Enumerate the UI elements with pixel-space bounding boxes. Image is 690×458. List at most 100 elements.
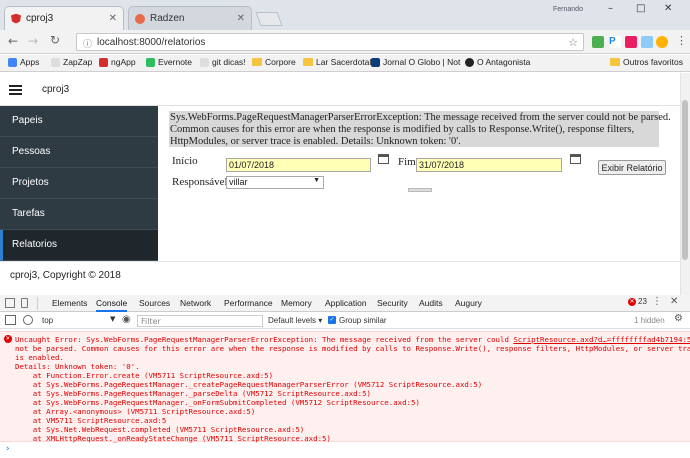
- devtools-tab-console[interactable]: Console: [96, 298, 128, 312]
- bookmark-jornal-o-globo[interactable]: Jornal O Globo | Not: [371, 57, 460, 67]
- calendar-icon[interactable]: [570, 154, 581, 164]
- bookmark-star-icon[interactable]: ☆: [568, 36, 578, 49]
- tab-title: Radzen: [150, 13, 185, 24]
- info-icon[interactable]: ⓘ: [83, 37, 92, 50]
- close-devtools-icon[interactable]: ✕: [670, 296, 678, 307]
- menu-icon[interactable]: ⋮: [676, 34, 687, 47]
- inspect-icon[interactable]: [5, 298, 15, 308]
- stack-frame[interactable]: at Sys.Net.WebRequest.completed (VM5711 …: [15, 425, 304, 434]
- stack-frame[interactable]: at Sys.WebForms.PageRequestManager._onFo…: [15, 398, 420, 407]
- console-prompt-icon[interactable]: ›: [5, 444, 10, 454]
- sidebar-item-pessoas[interactable]: Pessoas: [0, 137, 158, 168]
- console-line: not be parsed. Common causes for this er…: [15, 344, 690, 353]
- footer-divider: [0, 261, 680, 262]
- error-icon: ✕: [628, 297, 636, 306]
- hidden-count: 1 hidden: [634, 316, 665, 325]
- stack-frame[interactable]: at Array.<anonymous> (VM5711 ScriptResou…: [15, 407, 255, 416]
- stack-frame[interactable]: at Sys.WebForms.PageRequestManager._pars…: [15, 389, 371, 398]
- page-scrollbar-thumb[interactable]: [682, 100, 688, 260]
- sidebar-item-projetos[interactable]: Projetos: [0, 168, 158, 199]
- sidebar-toggle-icon[interactable]: [5, 315, 16, 325]
- loading-indicator: [408, 188, 432, 192]
- tab-cproj3[interactable]: cproj3 ✕: [4, 6, 124, 30]
- calendar-icon[interactable]: [378, 154, 389, 164]
- console-line: Uncaught Error: Sys.WebForms.PageRequest…: [15, 335, 690, 344]
- extension-icon[interactable]: [641, 36, 653, 48]
- context-select[interactable]: top: [42, 316, 53, 325]
- responsavel-select[interactable]: villar ▼: [226, 176, 324, 189]
- close-tab-icon[interactable]: ✕: [109, 13, 117, 24]
- folder-icon: [252, 58, 262, 66]
- devtools-tab-elements[interactable]: Elements: [52, 298, 87, 308]
- console-filter-input[interactable]: Filter: [137, 315, 263, 327]
- profile-name[interactable]: Fernando: [553, 6, 583, 13]
- bookmark-git-dicas[interactable]: git dicas!: [200, 57, 246, 67]
- bookmark-evernote[interactable]: Evernote: [146, 57, 192, 67]
- new-tab-button[interactable]: [255, 12, 283, 26]
- console-line: Details: Unknown token: '0'.: [15, 362, 140, 371]
- app-brand[interactable]: cproj3: [42, 84, 69, 95]
- log-levels-select[interactable]: Default levels ▾: [268, 316, 322, 325]
- stack-frame[interactable]: at VM5711 ScriptResource.axd:5: [15, 416, 167, 425]
- error-line: HttpModules, or server trace is enabled.…: [170, 136, 461, 147]
- minimize-icon[interactable]: –: [608, 3, 613, 14]
- stack-frame[interactable]: at XMLHttpRequest._onReadyStateChange (V…: [15, 434, 331, 443]
- doc-icon: [200, 57, 209, 67]
- sidebar-item-tarefas[interactable]: Tarefas: [0, 199, 158, 230]
- sidebar-item-relatorios[interactable]: Relatorios: [0, 230, 158, 261]
- fim-date-input[interactable]: 31/07/2018: [416, 158, 562, 172]
- extension-p-icon[interactable]: P: [609, 36, 621, 48]
- footer-copyright: cproj3, Copyright © 2018: [10, 270, 121, 281]
- devtools-tab-audits[interactable]: Audits: [419, 298, 443, 308]
- eye-icon[interactable]: ◉: [122, 314, 131, 325]
- hamburger-menu-icon[interactable]: [9, 85, 22, 95]
- device-toolbar-icon[interactable]: [21, 298, 28, 308]
- extension-icon[interactable]: [656, 36, 668, 48]
- maximize-icon[interactable]: □: [636, 3, 645, 14]
- devtools-menu-icon[interactable]: ⋮: [652, 296, 662, 307]
- sidebar-item-papeis[interactable]: Papeis: [0, 106, 158, 137]
- extension-icon[interactable]: [592, 36, 604, 48]
- forward-icon[interactable]: →: [28, 34, 38, 48]
- inicio-label: Início: [172, 155, 198, 167]
- devtools-tab-network[interactable]: Network: [180, 298, 211, 308]
- chevron-down-icon[interactable]: ▼: [110, 315, 115, 323]
- back-icon[interactable]: ←: [8, 34, 18, 48]
- close-tab-icon[interactable]: ✕: [237, 13, 245, 24]
- devtools-tab-security[interactable]: Security: [377, 298, 408, 308]
- error-line: Common causes for this error are when th…: [170, 124, 635, 135]
- bookmark-zapzap[interactable]: ZapZap: [51, 57, 92, 67]
- folder-icon: [303, 58, 313, 66]
- exibir-relatorio-button[interactable]: Exibir Relatório: [598, 160, 666, 175]
- source-link[interactable]: ScriptResource.axd?d…=ffffffffad4b7194:5: [513, 335, 690, 344]
- stack-frame[interactable]: at Sys.WebForms.PageRequestManager._crea…: [15, 380, 482, 389]
- apps-icon: [8, 57, 17, 67]
- tab-radzen[interactable]: Radzen ✕: [128, 6, 252, 30]
- globo-icon: [371, 57, 380, 67]
- responsavel-label: Responsável: [172, 176, 228, 188]
- devtools-tab-memory[interactable]: Memory: [281, 298, 312, 308]
- address-bar[interactable]: ⓘ localhost:8000/relatorios ☆: [76, 33, 584, 51]
- console-settings-icon[interactable]: ⚙: [674, 313, 683, 324]
- stack-frame[interactable]: at Function.Error.create (VM5711 ScriptR…: [15, 371, 273, 380]
- devtools-tab-sources[interactable]: Sources: [139, 298, 170, 308]
- bookmark-lar-sacerdotal[interactable]: Lar Sacerdotal: [303, 57, 371, 67]
- chevron-down-icon: ▼: [313, 177, 320, 184]
- close-window-icon[interactable]: ✕: [664, 3, 672, 14]
- bookmark-apps[interactable]: Apps: [8, 57, 39, 67]
- bookmark-ngapp[interactable]: ngApp: [99, 57, 136, 67]
- bookmark-corpore[interactable]: Corpore: [252, 57, 296, 67]
- clear-console-icon[interactable]: [23, 315, 33, 325]
- bookmark-outros-favoritos[interactable]: Outros favoritos: [610, 57, 683, 67]
- group-similar-checkbox[interactable]: ✓: [328, 316, 336, 324]
- expand-triangle-icon[interactable]: ▸: [9, 334, 13, 342]
- devtools-tab-augury[interactable]: Augury: [455, 298, 482, 308]
- bookmark-o-antagonista[interactable]: O Antagonista: [465, 57, 530, 67]
- error-counter[interactable]: ✕ 23: [628, 297, 647, 306]
- extension-icon[interactable]: [625, 36, 637, 48]
- devtools-tab-performance[interactable]: Performance: [224, 298, 273, 308]
- group-similar-label: Group similar: [339, 316, 387, 325]
- inicio-date-input[interactable]: 01/07/2018: [226, 158, 371, 172]
- devtools-tab-application[interactable]: Application: [325, 298, 367, 308]
- reload-icon[interactable]: ↻: [50, 33, 60, 47]
